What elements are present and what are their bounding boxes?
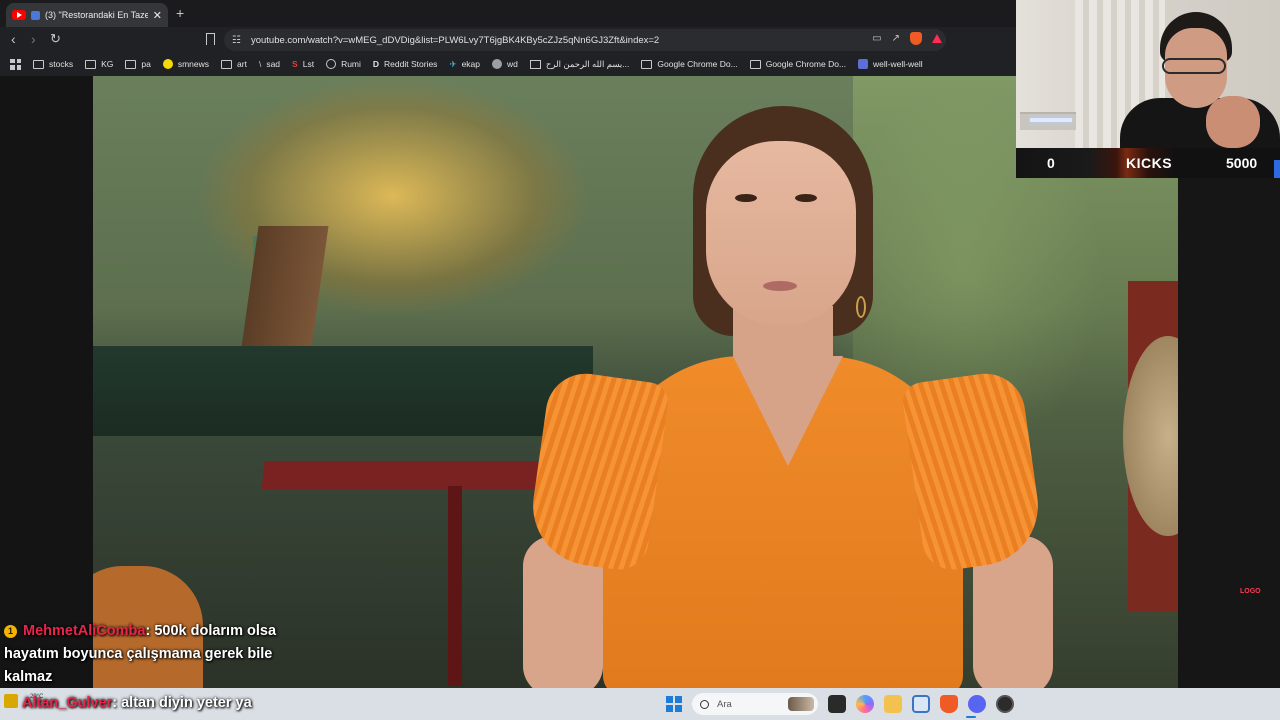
chat-text: : altan diyin yeter ya: [112, 695, 252, 711]
chat-username: MehmetAliComba: [23, 623, 146, 639]
tune-icon[interactable]: ☷: [232, 35, 241, 46]
brave-browser-icon[interactable]: [940, 695, 958, 713]
folder-icon: [221, 59, 233, 69]
wd-icon: [492, 59, 502, 69]
bookmark-stocks[interactable]: stocks: [33, 59, 73, 69]
bookmark-sad[interactable]: \ sad: [259, 59, 280, 69]
bookmark-pa[interactable]: pa: [125, 59, 151, 69]
bookmark-well-well-well[interactable]: well-well-well: [858, 59, 923, 69]
kicks-count: 0: [1047, 155, 1055, 171]
bookmark-ekap[interactable]: ✈ ekap: [449, 59, 480, 70]
tab-title: (3) "Restorandaki En Taze Şey...: [45, 10, 148, 20]
snipping-tool-icon[interactable]: [912, 695, 930, 713]
back-icon[interactable]: ‹: [11, 31, 16, 47]
chat-badge-icon: 1: [4, 625, 17, 638]
page-icon: [529, 59, 541, 69]
bookmark-kg[interactable]: KG: [85, 59, 113, 69]
search-icon: [700, 699, 709, 709]
taskbar-icons: Ara: [666, 692, 1014, 716]
s-logo-icon: S: [292, 59, 298, 69]
smiley-icon: [162, 59, 173, 69]
kicks-goal: 5000: [1226, 155, 1258, 171]
folder-icon: [85, 59, 97, 69]
cast-icon[interactable]: ▭: [872, 33, 881, 44]
glasses: [1162, 58, 1226, 74]
bookmarks-bar: stocks KG pa smnews art \ sad S Lst Rumi D…: [0, 53, 1016, 75]
video-person: [523, 106, 1053, 688]
page-icon: [858, 59, 869, 69]
slash-icon: \: [258, 59, 262, 69]
task-view-icon[interactable]: [828, 695, 846, 713]
bookmark-art[interactable]: art: [221, 59, 247, 69]
corner-logo: LOGO: [1240, 588, 1261, 595]
kicks-label: KICKS: [1126, 155, 1173, 171]
folder-icon: [33, 59, 44, 69]
chat-username: Altan_Gulver: [22, 695, 113, 711]
address-bar[interactable]: ☷ youtube.com/watch?v=wMEG_dDVDig&list=P…: [224, 29, 946, 51]
globe-icon: [326, 59, 337, 69]
brave-shield-icon[interactable]: [910, 32, 922, 45]
folder-icon: [749, 59, 761, 69]
folder-icon: [125, 59, 137, 69]
url-text[interactable]: youtube.com/watch?v=wMEG_dDVDig&list=PLW…: [251, 35, 659, 46]
folder-icon: [641, 59, 653, 69]
tab-strip: (3) "Restorandaki En Taze Şey... ✕ +: [0, 0, 1016, 27]
chat-message: 1 MehmetAliComba: 500k dolarım olsa hayat…: [4, 620, 314, 689]
address-bar-actions: ▭ ↗: [872, 32, 942, 45]
copilot-icon[interactable]: [856, 695, 874, 713]
forward-icon[interactable]: ›: [31, 31, 36, 47]
search-highlight-image: [788, 697, 814, 711]
obs-icon[interactable]: [996, 695, 1014, 713]
bookmark-chrome-docs-2[interactable]: Google Chrome Do...: [749, 59, 846, 69]
browser-toolbar: ‹ › ↻ ☷ youtube.com/watch?v=wMEG_dDVDig&…: [0, 27, 1016, 53]
youtube-icon: [12, 10, 26, 20]
brave-rewards-icon[interactable]: [932, 34, 942, 43]
close-tab-icon[interactable]: ✕: [153, 9, 162, 22]
taskbar-search[interactable]: Ara: [692, 693, 818, 715]
screen: (3) "Restorandaki En Taze Şey... ✕ + ‹ ›…: [0, 0, 1280, 720]
new-tab-button[interactable]: +: [176, 5, 184, 21]
bookmark-rumi[interactable]: Rumi: [326, 59, 361, 69]
active-app-indicator: [966, 716, 976, 718]
bookmark-smnews[interactable]: smnews: [162, 59, 209, 69]
apps-icon[interactable]: [10, 58, 21, 70]
audio-icon: [31, 10, 40, 20]
bird-icon: ✈: [449, 58, 457, 69]
bookmark-icon[interactable]: [206, 33, 215, 45]
bookmark-reddit-stories[interactable]: D Reddit Stories: [373, 59, 438, 69]
share-icon[interactable]: ↗: [892, 33, 900, 44]
bookmark-wd[interactable]: wd: [492, 59, 518, 69]
d-logo-icon: D: [372, 59, 380, 69]
windows-start-icon[interactable]: [666, 696, 682, 712]
bookmark-chrome-docs-1[interactable]: Google Chrome Do...: [641, 59, 738, 69]
file-explorer-icon[interactable]: [884, 695, 902, 713]
chat-avatar: [4, 694, 18, 708]
browser-window: (3) "Restorandaki En Taze Şey... ✕ + ‹ ›…: [0, 0, 1016, 76]
reload-icon[interactable]: ↻: [50, 31, 61, 47]
overlay-side-strip: [1178, 148, 1280, 688]
tab-youtube[interactable]: (3) "Restorandaki En Taze Şey... ✕: [6, 3, 168, 27]
discord-icon[interactable]: [968, 695, 986, 713]
bookmark-lst[interactable]: S Lst: [292, 59, 314, 69]
bookmark-basmala[interactable]: بسم الله الرحمن الرح...: [529, 59, 629, 70]
search-placeholder: Ara: [717, 698, 732, 710]
chat-message-2: Altan_Gulver: altan diyin yeter ya: [4, 694, 252, 711]
